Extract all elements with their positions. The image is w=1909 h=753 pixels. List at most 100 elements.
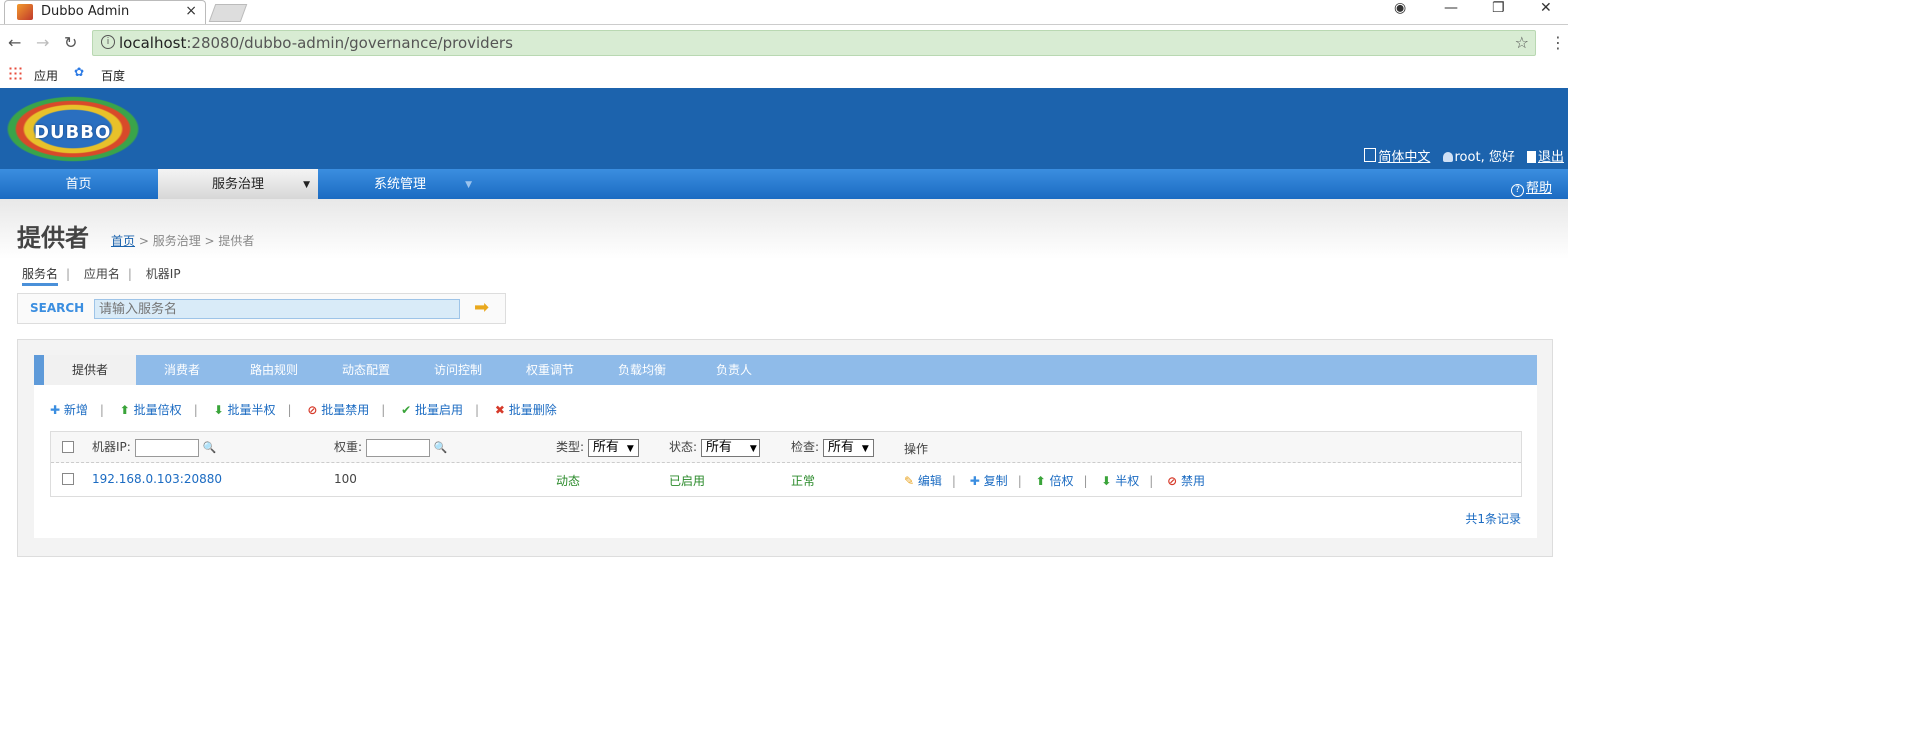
search-icon[interactable]: 🔍	[203, 441, 217, 454]
logo-text: DUBBO	[34, 122, 112, 143]
forward-icon[interactable]: →	[36, 33, 49, 52]
arrow-down-icon: ⬇	[213, 403, 224, 417]
page-title: 提供者	[17, 224, 89, 252]
status-select[interactable]: 所有 ▼	[700, 438, 760, 457]
breadcrumb-home[interactable]: 首页	[111, 234, 135, 248]
weight-value: 100	[334, 472, 357, 486]
help-icon: ?	[1510, 184, 1524, 197]
status-filter: 状态: 所有 ▼	[669, 438, 760, 457]
copy-button[interactable]: ✚ 复制	[970, 474, 1008, 488]
plus-icon: ✚	[969, 474, 980, 488]
tab-load-balance[interactable]: 负载均衡	[596, 355, 688, 385]
minimize-button[interactable]: —	[1444, 0, 1458, 20]
check-header-label: 检查:	[791, 440, 820, 454]
tab-routes[interactable]: 路由规则	[228, 355, 320, 385]
tab-weight[interactable]: 权重调节	[504, 355, 596, 385]
header-links: 简体中文 root, 您好 退出	[1364, 146, 1564, 165]
disable-button[interactable]: ⊘ 禁用	[1167, 474, 1205, 488]
weight-filter: 权重: 🔍	[334, 438, 448, 457]
type-select[interactable]: 所有 ▼	[587, 438, 639, 457]
search-tab-ip[interactable]: 机器IP	[146, 267, 181, 281]
batch-enable-button[interactable]: ✔ 批量启用	[401, 403, 463, 417]
ops-header: 操作	[904, 442, 929, 456]
logout-icon	[1526, 151, 1536, 163]
weight-filter-input[interactable]	[365, 438, 430, 457]
row-checkbox[interactable]	[62, 473, 74, 485]
apps-grid-icon[interactable]	[8, 66, 22, 80]
help-link[interactable]: ? 帮助	[1510, 177, 1552, 197]
ban-icon: ⊘	[1167, 474, 1178, 488]
ip-filter-input[interactable]	[134, 438, 199, 457]
logout-link[interactable]: 退出	[1538, 150, 1564, 165]
ip-filter: 机器IP: 🔍	[92, 438, 216, 457]
bookmark-star-icon[interactable]: ☆	[1515, 33, 1529, 52]
tab-consumers[interactable]: 消费者	[136, 355, 228, 385]
browser-tab[interactable]: Dubbo Admin ×	[4, 0, 206, 24]
chevron-down-icon: ▼	[861, 443, 869, 454]
batch-half-weight-button[interactable]: ⬇ 批量半权	[214, 403, 276, 417]
search-box: SEARCH ➡	[17, 293, 506, 324]
new-tab-button[interactable]	[208, 4, 248, 22]
batch-delete-button[interactable]: ✖ 批量删除	[495, 403, 557, 417]
back-icon[interactable]: ←	[8, 33, 21, 52]
batch-disable-button[interactable]: ⊘ 批量禁用	[307, 403, 369, 417]
table-row: 192.168.0.103:20880 100 动态 已启用 正常 ✎ 编辑 | …	[51, 463, 1521, 496]
tab-access-control[interactable]: 访问控制	[412, 355, 504, 385]
chevron-down-icon: ▼	[465, 180, 472, 190]
plus-icon: ✚	[50, 403, 61, 417]
weight-header-label: 权重:	[334, 440, 363, 454]
arrow-down-icon: ⬇	[1101, 474, 1112, 488]
url-text[interactable]: localhost:28080/dubbo-admin/governance/p…	[119, 34, 513, 52]
address-bar[interactable]: i localhost:28080/dubbo-admin/governance…	[92, 30, 1536, 56]
bookmark-baidu[interactable]: 百度	[101, 67, 125, 84]
bookmarks-bar: 应用 百度	[0, 62, 1568, 88]
close-window-button[interactable]: ✕	[1540, 0, 1552, 20]
search-arrow-icon[interactable]: ➡	[474, 298, 498, 318]
delete-icon: ✖	[494, 403, 505, 417]
tab-title: Dubbo Admin	[41, 4, 130, 19]
account-icon[interactable]: ◉	[1394, 0, 1406, 20]
tab-providers[interactable]: 提供者	[44, 355, 136, 385]
breadcrumb: 首页 > 服务治理 > 提供者	[111, 232, 254, 249]
total-records: 共1条记录	[1465, 512, 1521, 526]
check-select[interactable]: 所有 ▼	[822, 438, 874, 457]
bookmark-apps[interactable]: 应用	[34, 67, 58, 84]
search-icon[interactable]: 🔍	[434, 441, 448, 454]
search-input[interactable]	[94, 299, 460, 319]
half-weight-button[interactable]: ⬇ 半权	[1101, 474, 1139, 488]
add-button[interactable]: ✚ 新增	[50, 403, 88, 417]
search-tab-service[interactable]: 服务名	[22, 267, 59, 286]
providers-table: 机器IP: 🔍 权重: 🔍 类型: 所有 ▼ 状态: 所有 ▼ 检查: 所有 ▼…	[50, 431, 1522, 497]
tab-close-icon[interactable]: ×	[185, 3, 197, 19]
nav-home[interactable]: 首页	[0, 169, 157, 199]
restore-button[interactable]: ❐	[1492, 0, 1505, 20]
chevron-down-icon: ▼	[749, 443, 757, 454]
pencil-icon: ✎	[904, 474, 915, 488]
nav-system-admin[interactable]: 系统管理 ▼	[320, 169, 480, 199]
edit-button[interactable]: ✎ 编辑	[904, 474, 942, 488]
batch-double-weight-button[interactable]: ⬆ 批量倍权	[120, 403, 182, 417]
type-filter: 类型: 所有 ▼	[556, 438, 639, 457]
ban-icon: ⊘	[307, 403, 318, 417]
arrow-up-icon: ⬆	[1035, 474, 1046, 488]
reload-icon[interactable]: ↻	[64, 33, 77, 52]
select-all-checkbox[interactable]	[62, 441, 74, 453]
tab-owners[interactable]: 负责人	[688, 355, 780, 385]
tab-dynamic-config[interactable]: 动态配置	[320, 355, 412, 385]
chevron-down-icon: ▼	[626, 443, 634, 454]
ip-header-label: 机器IP:	[92, 440, 131, 454]
double-weight-button[interactable]: ⬆ 倍权	[1036, 474, 1074, 488]
status-value: 已启用	[669, 474, 706, 488]
check-value: 正常	[791, 474, 816, 488]
browser-menu-icon[interactable]: ⋮	[1550, 33, 1566, 52]
search-type-tabs: 服务名 | 应用名 | 机器IP	[22, 265, 189, 286]
baidu-paw-icon[interactable]: ✿	[74, 65, 88, 79]
site-info-icon[interactable]: i	[101, 35, 115, 49]
language-link[interactable]: 简体中文	[1378, 150, 1430, 165]
search-label: SEARCH	[30, 301, 85, 315]
search-tab-app[interactable]: 应用名	[84, 267, 120, 281]
panel-inner: 提供者 消费者 路由规则 动态配置 访问控制 权重调节 负载均衡 负责人 ✚ 新…	[34, 355, 1537, 538]
provider-ip-link[interactable]: 192.168.0.103:20880	[92, 472, 222, 486]
check-filter: 检查: 所有 ▼	[791, 438, 874, 457]
nav-service-governance[interactable]: 服务治理 ▼	[158, 169, 318, 199]
